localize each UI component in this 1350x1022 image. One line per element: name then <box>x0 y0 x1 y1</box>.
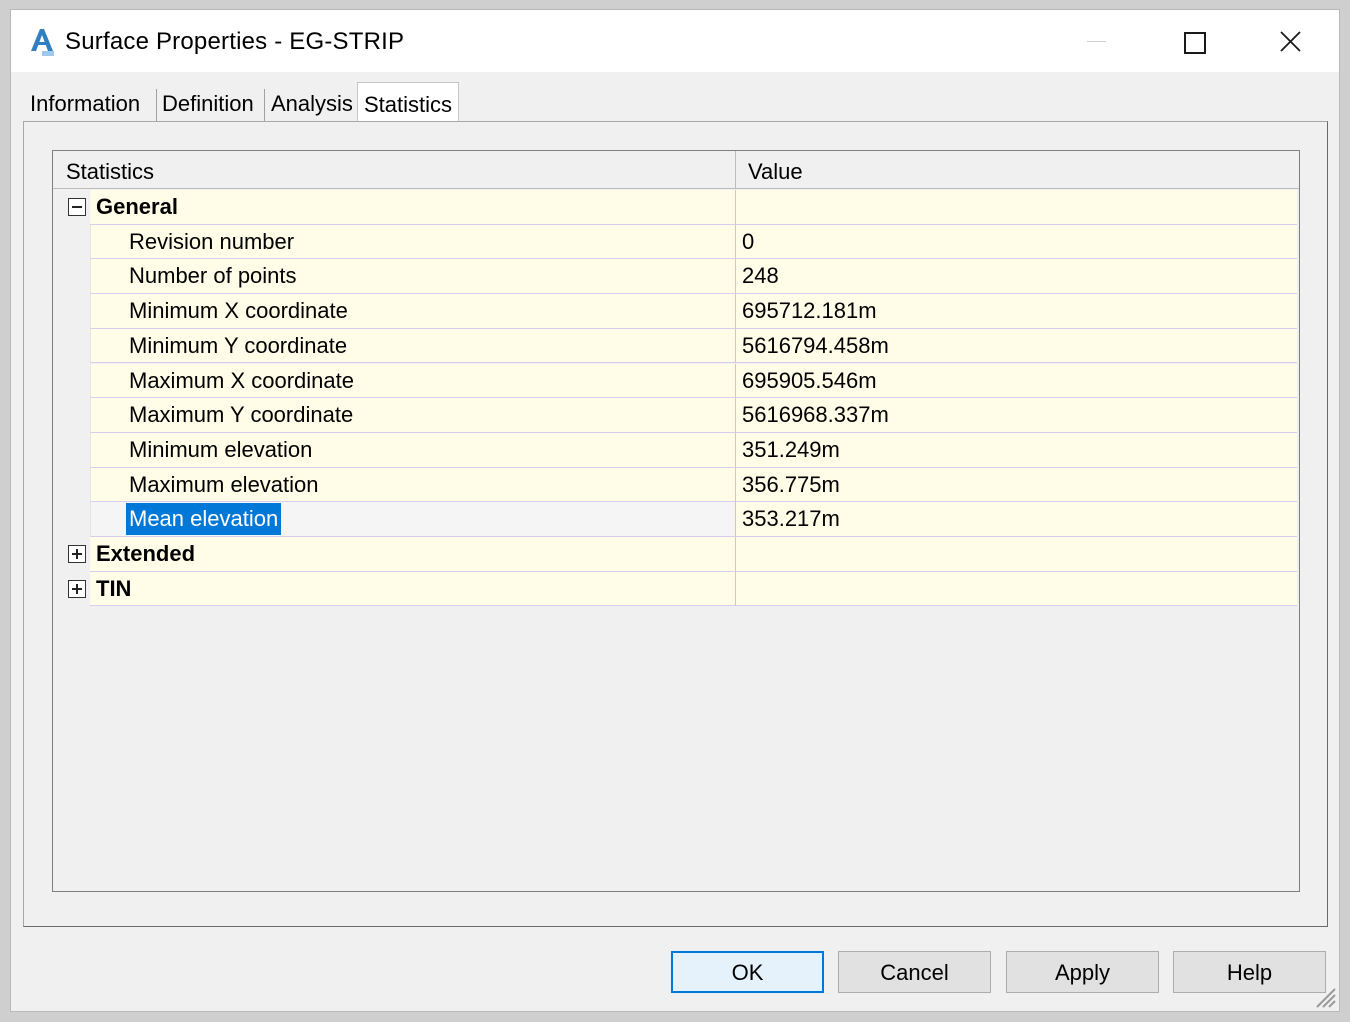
minimize-icon[interactable] <box>1049 10 1145 72</box>
name-cell: Minimum X coordinate <box>90 294 735 329</box>
tab-information[interactable]: Information <box>30 84 140 122</box>
expand-icon[interactable] <box>68 545 86 563</box>
stat-name: Revision number <box>129 228 295 254</box>
stat-name: Maximum elevation <box>129 471 319 497</box>
value-cell: 353.217m <box>735 502 1297 537</box>
statistics-panel: Statistics Value General Revision number… <box>23 121 1328 927</box>
stat-row[interactable]: Minimum X coordinate 695712.181m <box>53 294 1297 329</box>
value-cell <box>735 571 1297 607</box>
name-cell: TIN <box>90 571 735 607</box>
stat-name: Number of points <box>129 263 297 289</box>
group-label: TIN <box>96 575 132 601</box>
stat-value: 356.775m <box>742 471 840 497</box>
stat-row[interactable]: Minimum Y coordinate 5616794.458m <box>53 328 1297 364</box>
name-cell: Minimum Y coordinate <box>90 328 735 364</box>
name-cell: Minimum elevation <box>90 432 735 468</box>
value-cell: 5616794.458m <box>735 328 1297 364</box>
value-cell: 0 <box>735 224 1297 260</box>
ok-button[interactable]: OK <box>671 951 824 993</box>
stat-row[interactable]: Minimum elevation 351.249m <box>53 432 1297 468</box>
tab-divider <box>156 89 157 121</box>
statistics-grid[interactable]: Statistics Value General Revision number… <box>52 150 1300 892</box>
name-cell: Maximum X coordinate <box>90 363 735 399</box>
stat-row[interactable]: Number of points 248 <box>53 259 1297 295</box>
stat-row[interactable]: Maximum X coordinate 695905.546m <box>53 363 1297 399</box>
stat-value: 353.217m <box>742 506 840 532</box>
title-bar[interactable]: Surface Properties - EG-STRIP <box>11 10 1339 72</box>
column-header-value[interactable]: Value <box>735 151 803 189</box>
stat-row[interactable]: Maximum elevation 356.775m <box>53 467 1297 503</box>
value-cell: 5616968.337m <box>735 398 1297 433</box>
column-header-statistics[interactable]: Statistics <box>53 151 154 189</box>
stat-value: 351.249m <box>742 436 840 462</box>
group-label: Extended <box>96 541 196 566</box>
group-row-tin[interactable]: TIN <box>53 571 1297 607</box>
name-cell: Revision number <box>90 224 735 260</box>
name-cell: Mean elevation <box>90 502 735 537</box>
value-cell: 695712.181m <box>735 294 1297 329</box>
stat-name: Minimum X coordinate <box>129 298 348 324</box>
value-cell: 695905.546m <box>735 363 1297 399</box>
stat-value: 5616794.458m <box>742 332 889 358</box>
value-cell: 356.775m <box>735 467 1297 503</box>
stat-name: Mean elevation <box>126 503 282 536</box>
stat-value: 695712.181m <box>742 298 877 324</box>
stat-name: Maximum Y coordinate <box>129 402 354 428</box>
grid-header: Statistics Value <box>53 151 1299 189</box>
value-cell: 248 <box>735 259 1297 295</box>
stat-name: Minimum Y coordinate <box>129 332 348 358</box>
surface-properties-dialog: Surface Properties - EG-STRIP Informatio… <box>10 9 1340 1012</box>
tab-statistics[interactable]: Statistics <box>357 82 460 122</box>
group-label: General <box>96 194 178 219</box>
help-button[interactable]: Help <box>1173 951 1326 993</box>
tab-analysis[interactable]: Analysis <box>271 84 353 122</box>
cancel-button[interactable]: Cancel <box>838 951 991 993</box>
name-cell: Number of points <box>90 259 735 295</box>
stat-value: 695905.546m <box>742 367 877 393</box>
group-row-general[interactable]: General <box>53 190 1297 225</box>
stat-value: 248 <box>742 263 779 289</box>
stat-value: 0 <box>742 228 755 254</box>
tab-definition[interactable]: Definition <box>162 84 254 122</box>
close-icon[interactable] <box>1243 10 1339 72</box>
tab-divider <box>264 89 265 121</box>
name-cell: Maximum elevation <box>90 467 735 503</box>
collapse-icon[interactable] <box>68 198 86 216</box>
apply-button[interactable]: Apply <box>1006 951 1159 993</box>
stat-value: 5616968.337m <box>742 402 889 428</box>
value-cell <box>735 537 1297 572</box>
resize-grip-icon[interactable] <box>1311 983 1337 1009</box>
name-cell: Maximum Y coordinate <box>90 398 735 433</box>
value-cell: 351.249m <box>735 432 1297 468</box>
stat-name: Maximum X coordinate <box>129 367 354 393</box>
name-cell: General <box>90 190 735 225</box>
window-title: Surface Properties - EG-STRIP <box>65 28 405 55</box>
value-cell <box>735 190 1297 225</box>
stat-row-selected[interactable]: Mean elevation 353.217m <box>53 502 1297 537</box>
group-row-extended[interactable]: Extended <box>53 537 1297 572</box>
stat-name: Minimum elevation <box>129 436 313 462</box>
name-cell: Extended <box>90 537 735 572</box>
stat-row[interactable]: Revision number 0 <box>53 224 1297 260</box>
expand-icon[interactable] <box>68 579 86 598</box>
maximize-icon[interactable] <box>1146 10 1242 72</box>
stat-row[interactable]: Maximum Y coordinate 5616968.337m <box>53 398 1297 433</box>
civil3d-app-icon <box>31 29 54 56</box>
